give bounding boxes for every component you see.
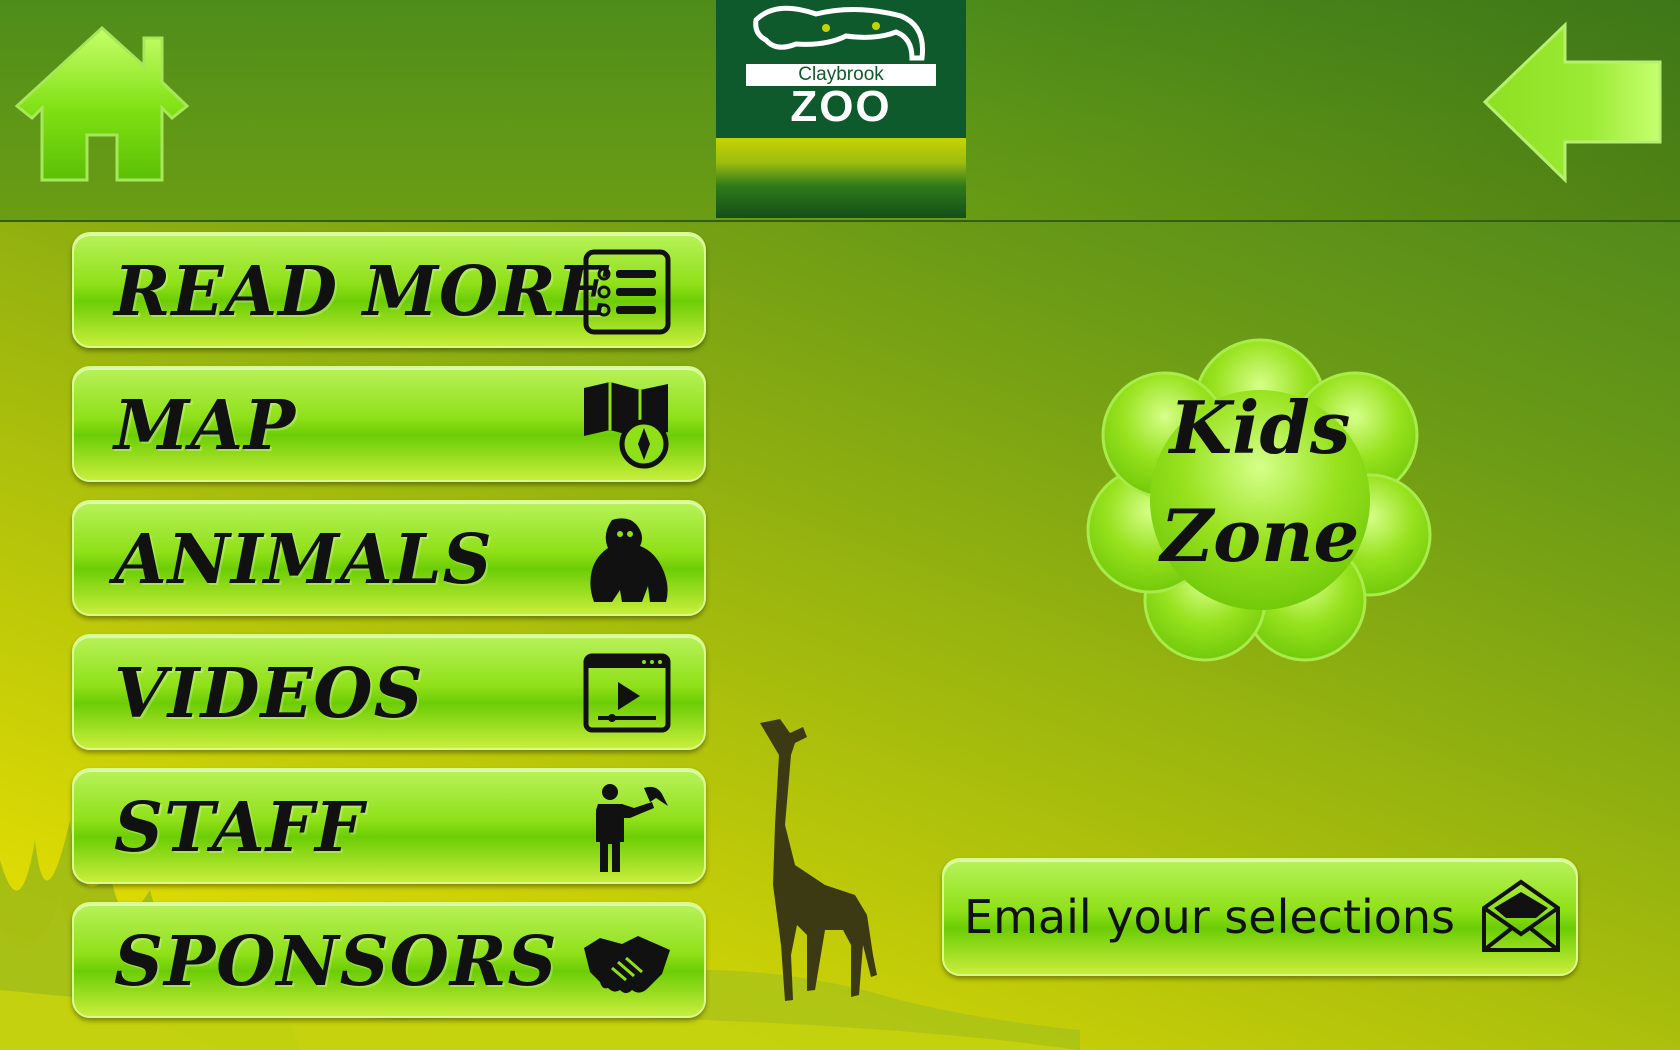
gorilla-icon <box>590 518 668 602</box>
read-more-button[interactable]: READ MORE <box>72 232 706 348</box>
kids-zone-line2: Zone <box>1160 493 1360 578</box>
handshake-icon <box>584 936 670 993</box>
elephant-logo-icon <box>753 5 926 61</box>
videos-button[interactable]: VIDEOS <box>72 634 706 750</box>
back-arrow-icon <box>1482 21 1662 184</box>
logo-zoo-text: ZOO <box>790 82 892 131</box>
map-compass-icon <box>584 382 669 469</box>
sponsors-button[interactable]: SPONSORS <box>72 902 706 1018</box>
staff-label: STAFF <box>114 788 365 868</box>
read-more-label: READ MORE <box>114 252 610 332</box>
keeper-with-parrot-icon <box>596 784 668 872</box>
sponsors-label: SPONSORS <box>114 922 558 1002</box>
animals-label: ANIMALS <box>114 520 493 600</box>
list-icon <box>583 249 671 335</box>
envelope-icon <box>1482 879 1560 952</box>
videos-label: VIDEOS <box>114 654 424 734</box>
staff-button[interactable]: STAFF <box>72 768 706 884</box>
animals-button[interactable]: ANIMALS <box>72 500 706 616</box>
back-button[interactable] <box>1480 20 1665 185</box>
kids-zone-button[interactable]: Kids Zone <box>1085 335 1435 665</box>
zoo-logo: Claybrook ZOO <box>716 0 966 218</box>
email-selections-label: Email your selections <box>964 890 1456 944</box>
map-button[interactable]: MAP <box>72 366 706 482</box>
giraffe-silhouette <box>760 719 877 1001</box>
logo-grass <box>716 138 966 218</box>
kids-zone-line1: Kids <box>1169 385 1351 470</box>
map-label: MAP <box>114 386 297 466</box>
header-bar: Claybrook ZOO <box>0 0 1680 222</box>
video-player-icon <box>583 653 671 733</box>
email-selections-button[interactable]: Email your selections <box>942 858 1578 976</box>
home-icon <box>14 25 190 182</box>
home-button[interactable] <box>12 20 192 185</box>
